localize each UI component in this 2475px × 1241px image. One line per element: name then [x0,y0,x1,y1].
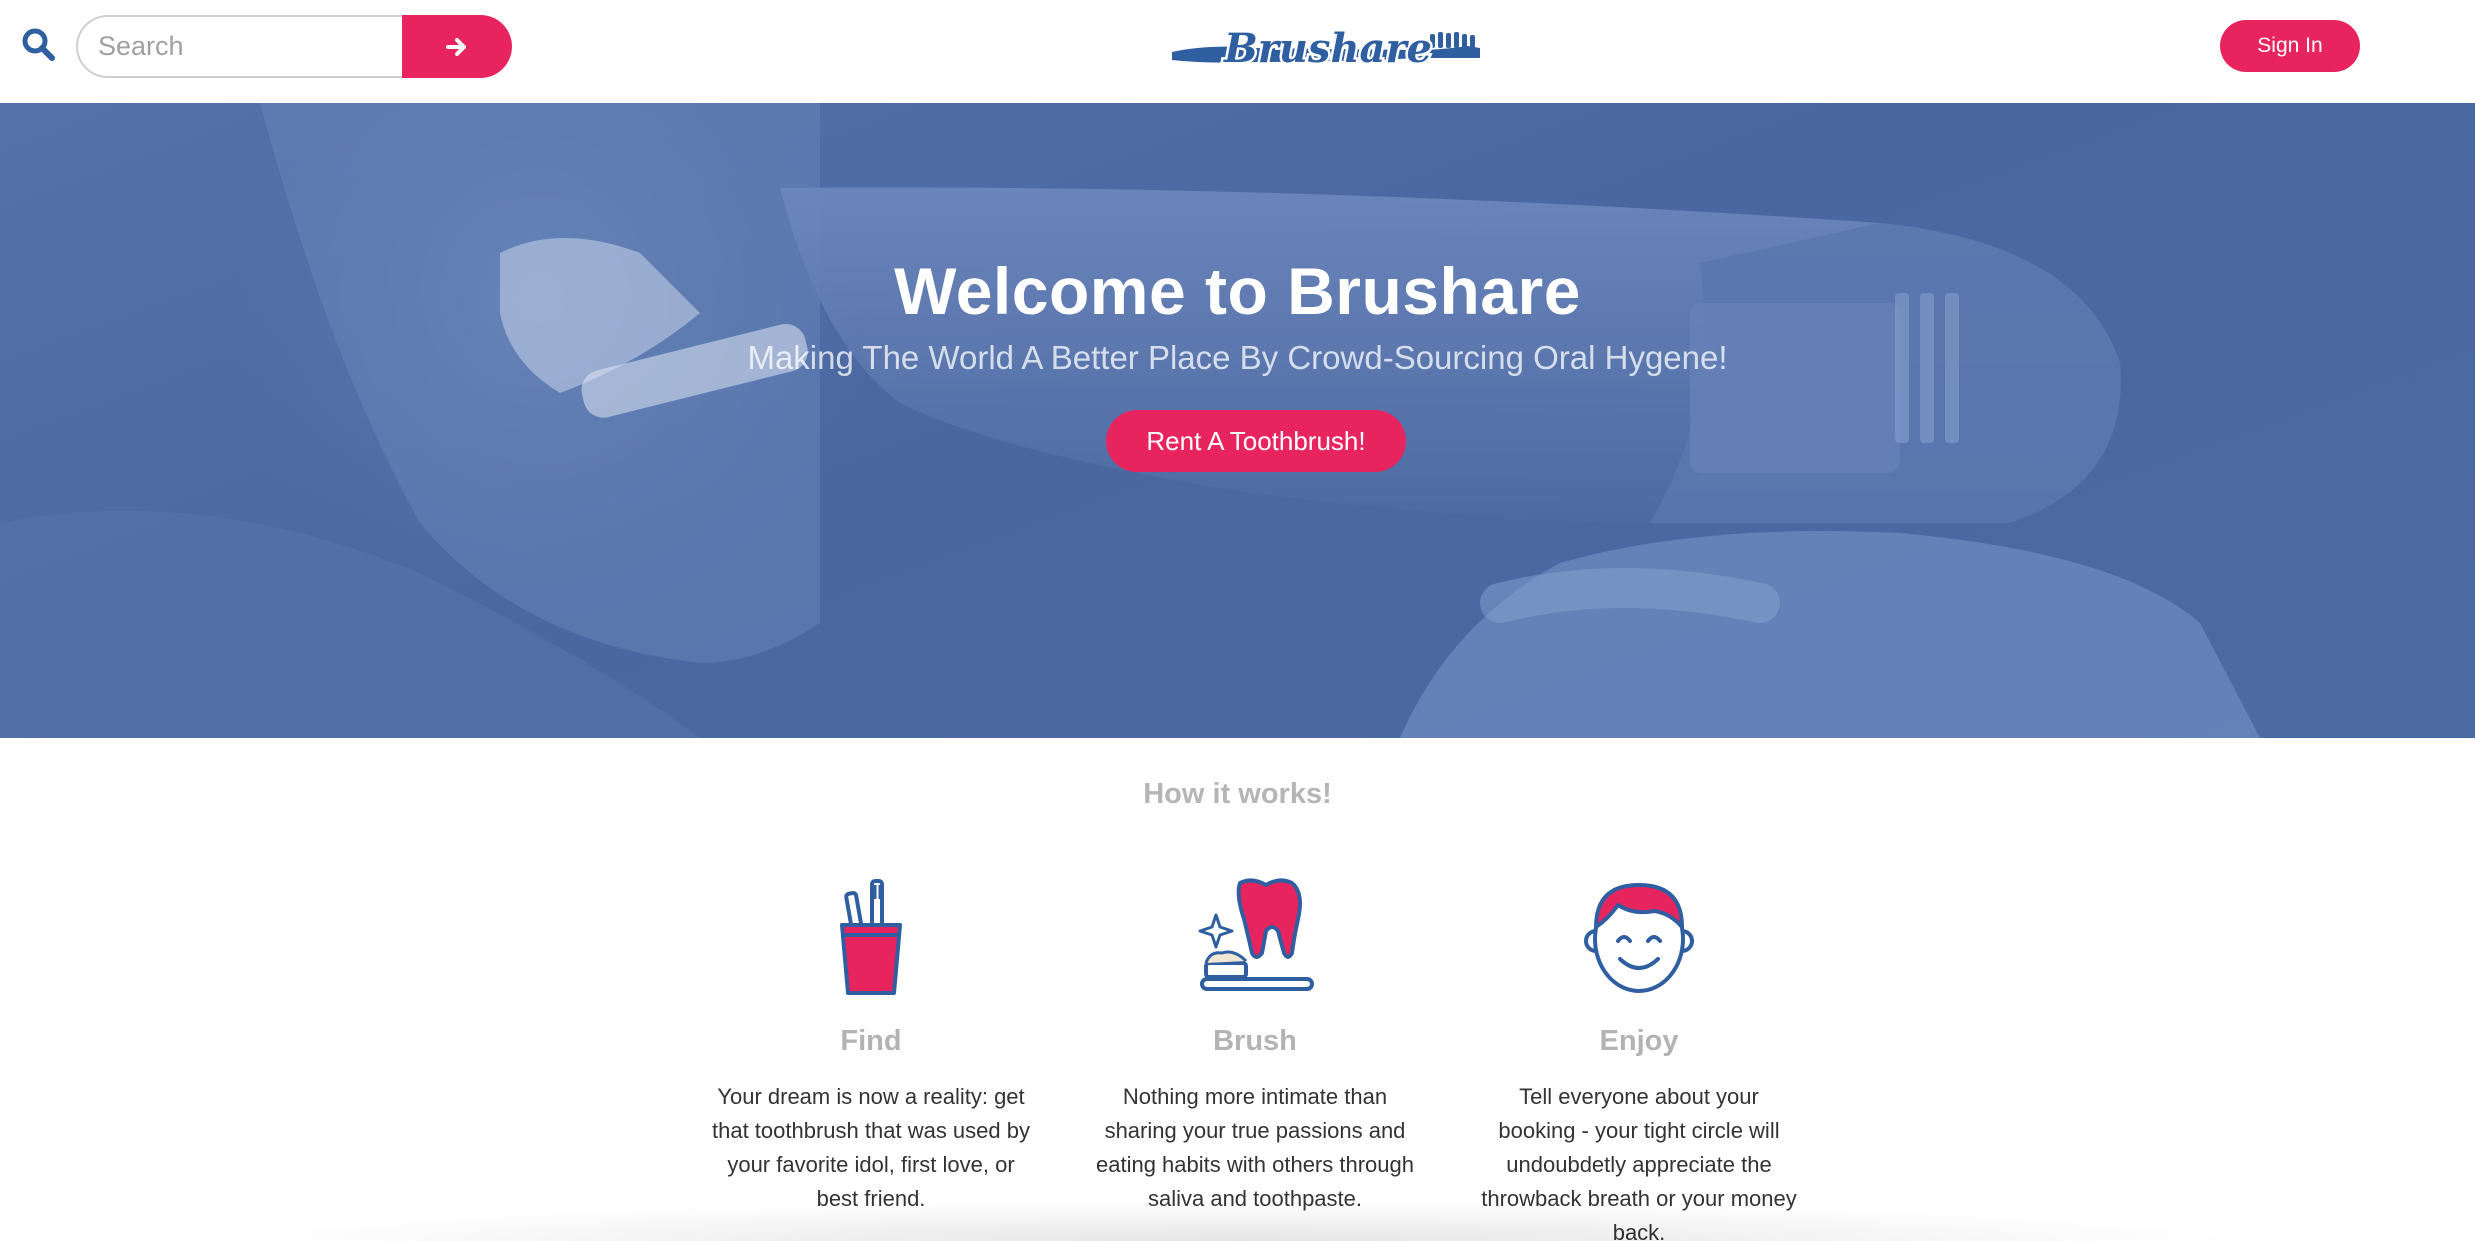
step-enjoy: Enjoy Tell everyone about your booking -… [1474,875,1804,1241]
search-icon[interactable] [20,26,56,62]
step-description: Nothing more intimate than sharing your … [1096,1084,1414,1211]
rent-toothbrush-button[interactable]: Rent A Toothbrush! [1106,410,1406,472]
search-field[interactable] [76,15,402,78]
smiling-face-icon [1584,883,1694,993]
toothbrush-cup-icon [840,879,902,995]
sign-in-button[interactable]: Sign In [2220,20,2360,72]
tooth-and-toothbrush-icon [1198,878,1314,991]
search-input[interactable] [78,17,402,76]
step-description: Your dream is now a reality: get that to… [712,1084,1030,1211]
search-submit-button[interactable] [402,15,512,78]
top-navbar: Brushare Sign In [0,0,2475,103]
step-title: Find [840,1025,902,1057]
brushare-logo[interactable]: Brushare [1168,22,1488,78]
logo-text: Brushare [1223,25,1432,72]
step-title: Brush [1213,1025,1297,1057]
section-divider-shadow [230,1200,2250,1241]
arrow-right-icon [446,37,466,56]
step-brush: Brush Nothing more intimate than sharing… [1090,875,1420,1216]
hero-title: Welcome to Brushare [894,254,1581,328]
step-title: Enjoy [1599,1025,1679,1057]
hero-subtitle: Making The World A Better Place By Crowd… [747,339,1728,376]
step-find: Find Your dream is now a reality: get th… [706,875,1036,1216]
hero-banner: Welcome to Brushare Making The World A B… [0,103,2475,738]
how-it-works-heading: How it works! [1143,778,1332,810]
